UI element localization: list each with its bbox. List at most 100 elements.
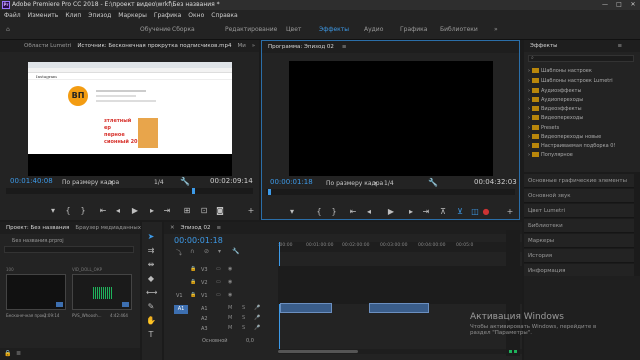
dropdown-arrow-icon[interactable]: ▾ — [110, 179, 113, 186]
project-thumb-video[interactable] — [6, 274, 66, 310]
project-thumb-audio[interactable] — [72, 274, 132, 310]
go-to-out-icon[interactable]: ⇥ — [162, 206, 172, 215]
menu-file[interactable]: Файл — [4, 12, 21, 19]
snap-icon[interactable]: ∩ — [190, 248, 194, 255]
workspace-graphics[interactable]: Графика — [400, 26, 427, 33]
step-forward-icon[interactable]: ▸ — [406, 207, 416, 216]
project-search[interactable] — [4, 246, 134, 253]
record-icon[interactable]: ● — [481, 207, 491, 216]
tab-media-browser[interactable]: Браузер медиаданных — [75, 225, 141, 231]
mute-button[interactable]: M — [228, 325, 232, 331]
mic-icon[interactable]: 🎤 — [254, 325, 260, 331]
mark-in-icon[interactable]: ▾ — [287, 207, 297, 216]
mark-in-icon[interactable]: ▾ — [48, 206, 58, 215]
eye-icon[interactable]: ◉ — [228, 292, 232, 298]
lock-icon[interactable]: 🔒 — [190, 292, 196, 298]
bracket-out-icon[interactable]: } — [329, 207, 339, 216]
sync-lock-icon[interactable]: ▭ — [216, 266, 221, 272]
menu-edit[interactable]: Изменить — [28, 12, 59, 19]
effects-menu-icon[interactable]: ≡ — [618, 43, 623, 49]
menu-markers[interactable]: Маркеры — [118, 12, 147, 19]
add-button-icon[interactable]: + — [246, 206, 256, 215]
panel-essential-sound[interactable]: Основной звук — [524, 189, 634, 203]
panel-lumetri-color[interactable]: Цвет Lumetri — [524, 204, 634, 218]
mic-icon[interactable]: 🎤 — [254, 315, 260, 321]
razor-tool-icon[interactable]: ◆ — [146, 274, 156, 284]
eye-icon[interactable]: ◉ — [228, 279, 232, 285]
step-back-icon[interactable]: ◂ — [364, 207, 374, 216]
program-scrubber[interactable] — [266, 189, 515, 195]
go-to-out-icon[interactable]: ⇥ — [421, 207, 431, 216]
extract-icon[interactable]: ⊻ — [455, 207, 465, 216]
menu-help[interactable]: Справка — [211, 12, 237, 19]
program-timecode[interactable]: 00:00:01:18 — [270, 178, 313, 186]
source-scale-dropdown[interactable]: 1/4 — [154, 179, 164, 186]
program-menu-icon[interactable]: ≡ — [342, 44, 347, 50]
source-patch-a1[interactable]: A1 — [174, 305, 188, 314]
mute-button[interactable]: M — [228, 305, 232, 311]
tab-lumetri-scopes[interactable]: Области Lumetri — [24, 43, 71, 49]
audio-clip[interactable] — [280, 303, 332, 313]
source-tabs-more-button[interactable]: » — [252, 43, 255, 49]
panel-libraries[interactable]: Библиотеки — [524, 219, 634, 233]
effects-item[interactable]: › Видеоэффекты — [528, 106, 582, 112]
add-button-icon[interactable]: + — [505, 207, 515, 216]
effects-item[interactable]: › Presets — [528, 125, 559, 131]
panel-history[interactable]: История — [524, 249, 634, 263]
selection-tool-icon[interactable]: ➤ — [146, 232, 156, 242]
workspace-libraries[interactable]: Библиотеки — [440, 26, 478, 33]
type-tool-icon[interactable]: T — [146, 330, 156, 340]
tab-effects[interactable]: Эффекты — [530, 43, 558, 49]
workspace-learning[interactable]: Обучение — [140, 26, 171, 33]
export-frame-icon[interactable]: ◙ — [215, 206, 225, 215]
close-tab-icon[interactable]: ✕ — [170, 225, 175, 231]
go-to-in-icon[interactable]: ⇤ — [98, 206, 108, 215]
source-playhead[interactable] — [192, 188, 195, 194]
home-icon[interactable]: ⌂ — [6, 26, 10, 33]
effects-item[interactable]: › Видеопереходы новые — [528, 134, 601, 140]
solo-button[interactable]: S — [242, 315, 245, 321]
tab-source[interactable]: Источник: Бесконечная прокрутка подписчи… — [77, 43, 231, 49]
panel-essential-graphics[interactable]: Основные графические элементы — [524, 174, 634, 188]
insert-icon[interactable]: ⊞ — [182, 206, 192, 215]
menu-window[interactable]: Окно — [188, 12, 204, 19]
wrench-icon[interactable]: 🔧 — [180, 177, 190, 186]
timeline-timecode[interactable]: 00:00:01:18 — [174, 236, 223, 245]
maximize-button[interactable]: □ — [612, 0, 626, 10]
slip-tool-icon[interactable]: ⟷ — [146, 288, 157, 298]
panel-markers[interactable]: Маркеры — [524, 234, 634, 248]
menu-sequence[interactable]: Эпизод — [88, 12, 111, 19]
program-playhead[interactable] — [268, 189, 271, 195]
list-view-icon[interactable]: ≣ — [16, 350, 21, 357]
hand-tool-icon[interactable]: ✋ — [146, 316, 156, 326]
workspaces-more-button[interactable]: » — [494, 26, 498, 33]
settings-icon[interactable]: 🔧 — [232, 248, 239, 255]
pen-tool-icon[interactable]: ✎ — [146, 302, 156, 312]
effects-item[interactable]: › Шаблоны настроек — [528, 68, 592, 74]
effects-item[interactable]: › Популярное — [528, 152, 573, 158]
workspace-effects[interactable]: Эффекты — [319, 26, 349, 33]
menu-graphics[interactable]: Графика — [154, 12, 181, 19]
workspace-audio[interactable]: Аудио — [364, 26, 383, 33]
scroll-handle[interactable] — [278, 350, 358, 353]
lift-icon[interactable]: ⊼ — [438, 207, 448, 216]
lock-icon[interactable]: 🔒 — [190, 279, 196, 285]
effects-item[interactable]: › Настраиваемая подборка 0! — [528, 143, 615, 149]
timeline-menu-icon[interactable]: ≡ — [216, 225, 221, 231]
wrench-icon[interactable]: 🔧 — [428, 178, 438, 187]
lock-icon[interactable]: 🔒 — [190, 266, 196, 272]
master-track-value[interactable]: 0,0 — [246, 338, 254, 344]
menu-clip[interactable]: Клип — [65, 12, 81, 19]
add-marker-icon[interactable]: ▾ — [218, 248, 221, 255]
step-forward-icon[interactable]: ▸ — [147, 206, 157, 215]
play-icon[interactable]: ▶ — [130, 206, 140, 215]
nest-icon[interactable]: ⤵ — [176, 248, 182, 257]
effects-item[interactable]: › Видеопереходы — [528, 115, 583, 121]
tab-project[interactable]: Проект: Без названия — [6, 225, 69, 231]
ripple-edit-tool-icon[interactable]: ⇹ — [146, 260, 156, 270]
close-button[interactable]: ✕ — [626, 0, 640, 10]
dropdown-arrow-icon[interactable]: ▾ — [374, 180, 377, 187]
timeline-ruler[interactable]: :00:00 00:01:00:00 00:02:00:00 00:03:00:… — [278, 242, 522, 252]
mute-button[interactable]: M — [228, 315, 232, 321]
mic-icon[interactable]: 🎤 — [254, 305, 260, 311]
